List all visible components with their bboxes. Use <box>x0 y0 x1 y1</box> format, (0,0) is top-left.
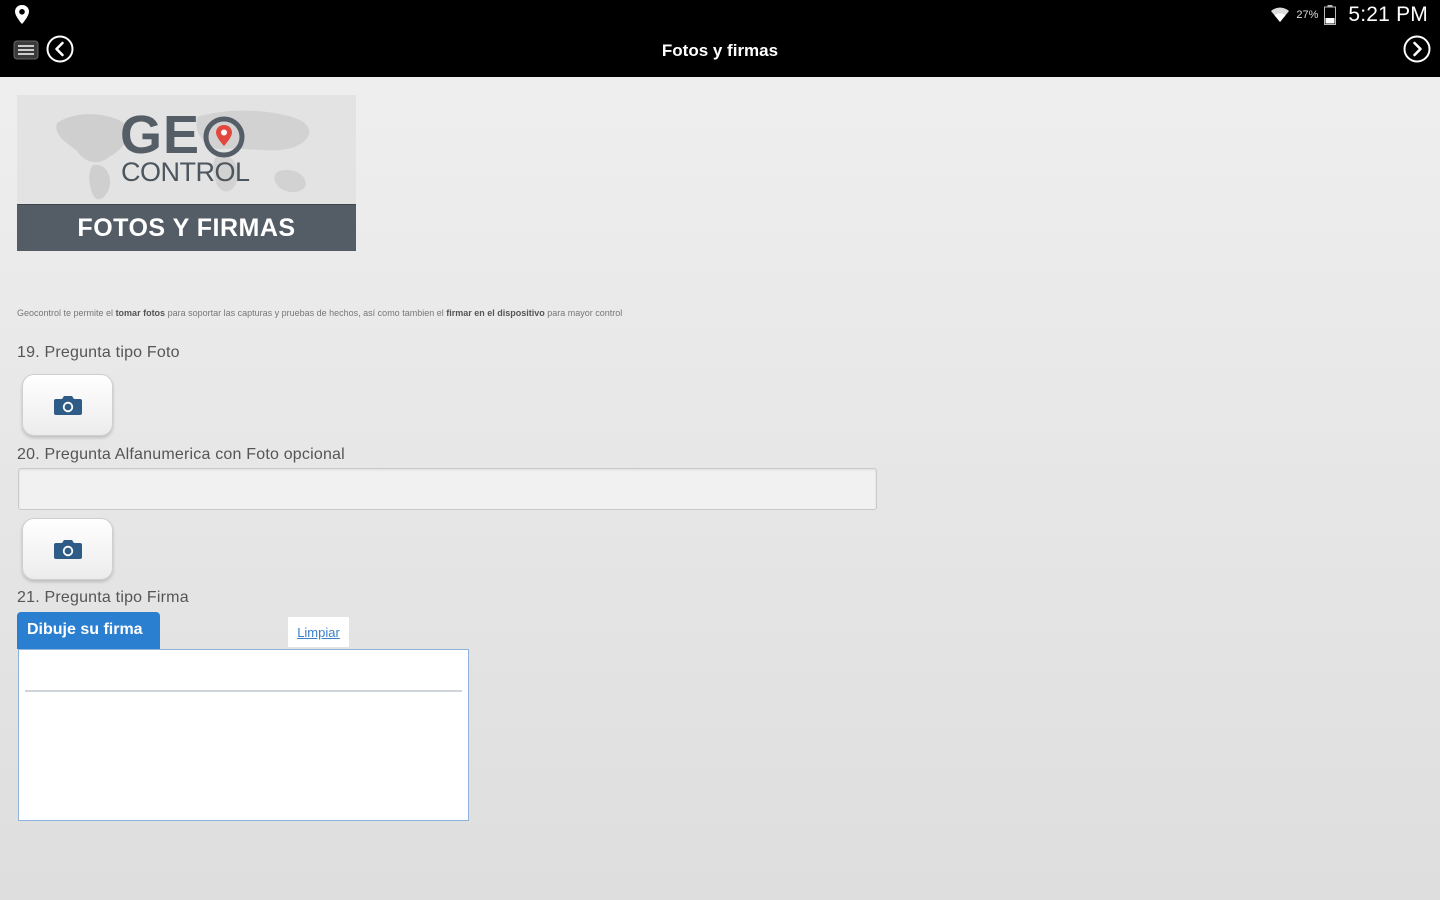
geocontrol-banner: GE CONTROL FOTOS Y FIRMAS <box>17 95 356 251</box>
question-21-label: 21. Pregunta tipo Firma <box>17 589 189 606</box>
status-right: 27% 5:21 PM <box>1270 3 1428 27</box>
battery-icon <box>1324 5 1337 25</box>
intro-part3: para mayor control <box>544 308 623 318</box>
banner-caption: FOTOS Y FIRMAS <box>17 204 356 251</box>
signature-baseline <box>25 690 462 692</box>
logo-text-control: CONTROL <box>121 157 250 187</box>
logo-compass-icon <box>203 116 245 158</box>
question-20-label: 20. Pregunta Alfanumerica con Foto opcio… <box>17 446 345 463</box>
camera-icon <box>53 396 82 415</box>
camera-icon <box>53 540 82 559</box>
top-bar: 27% 5:21 PM Fotos y firmas <box>0 0 1440 77</box>
intro-part1: Geocontrol te permite el <box>17 308 116 318</box>
signature-tab[interactable]: Dibuje su firma <box>17 612 160 649</box>
page-title: Fotos y firmas <box>661 41 779 60</box>
intro-text: Geocontrol te permite el tomar fotos par… <box>17 308 917 318</box>
intro-bold1: tomar fotos <box>115 308 166 318</box>
question-20-camera-button[interactable] <box>22 518 113 580</box>
intro-bold2: firmar en el dispositivo <box>446 308 545 318</box>
logo-tagline <box>121 185 251 191</box>
battery-percent: 27% <box>1296 9 1319 21</box>
clock: 5:21 PM <box>1348 3 1428 26</box>
intro-part2: para soportar las capturas y pruebas de … <box>165 308 447 318</box>
question-19-label: 19. Pregunta tipo Foto <box>17 344 180 361</box>
status-bar: 27% 5:21 PM <box>0 0 1440 30</box>
question-19-camera-button[interactable] <box>22 374 113 436</box>
logo-text-geo: GE <box>120 105 201 165</box>
clear-signature-link[interactable]: Limpiar <box>288 617 349 647</box>
question-20-input[interactable] <box>18 468 877 510</box>
location-pin-icon <box>15 5 29 24</box>
signature-pad[interactable] <box>18 649 469 821</box>
wifi-icon <box>1271 7 1290 22</box>
forward-icon[interactable] <box>1402 34 1432 64</box>
